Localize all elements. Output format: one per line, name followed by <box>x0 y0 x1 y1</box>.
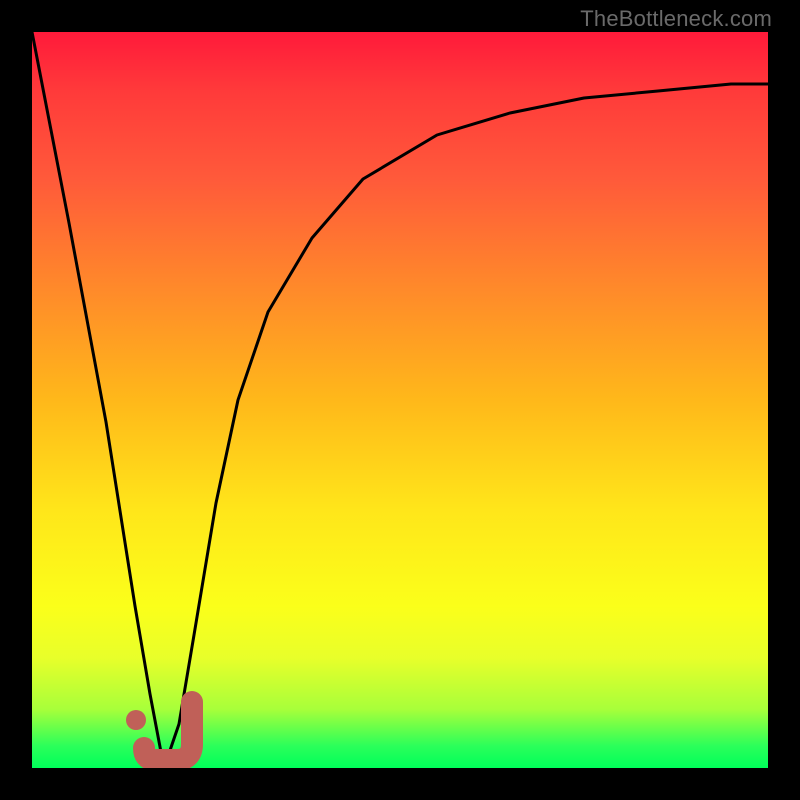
bottleneck-curve <box>32 32 768 768</box>
chart-frame: TheBottleneck.com <box>0 0 800 800</box>
watermark-label: TheBottleneck.com <box>580 6 772 32</box>
plot-area <box>32 32 768 768</box>
curve-path <box>32 32 768 768</box>
